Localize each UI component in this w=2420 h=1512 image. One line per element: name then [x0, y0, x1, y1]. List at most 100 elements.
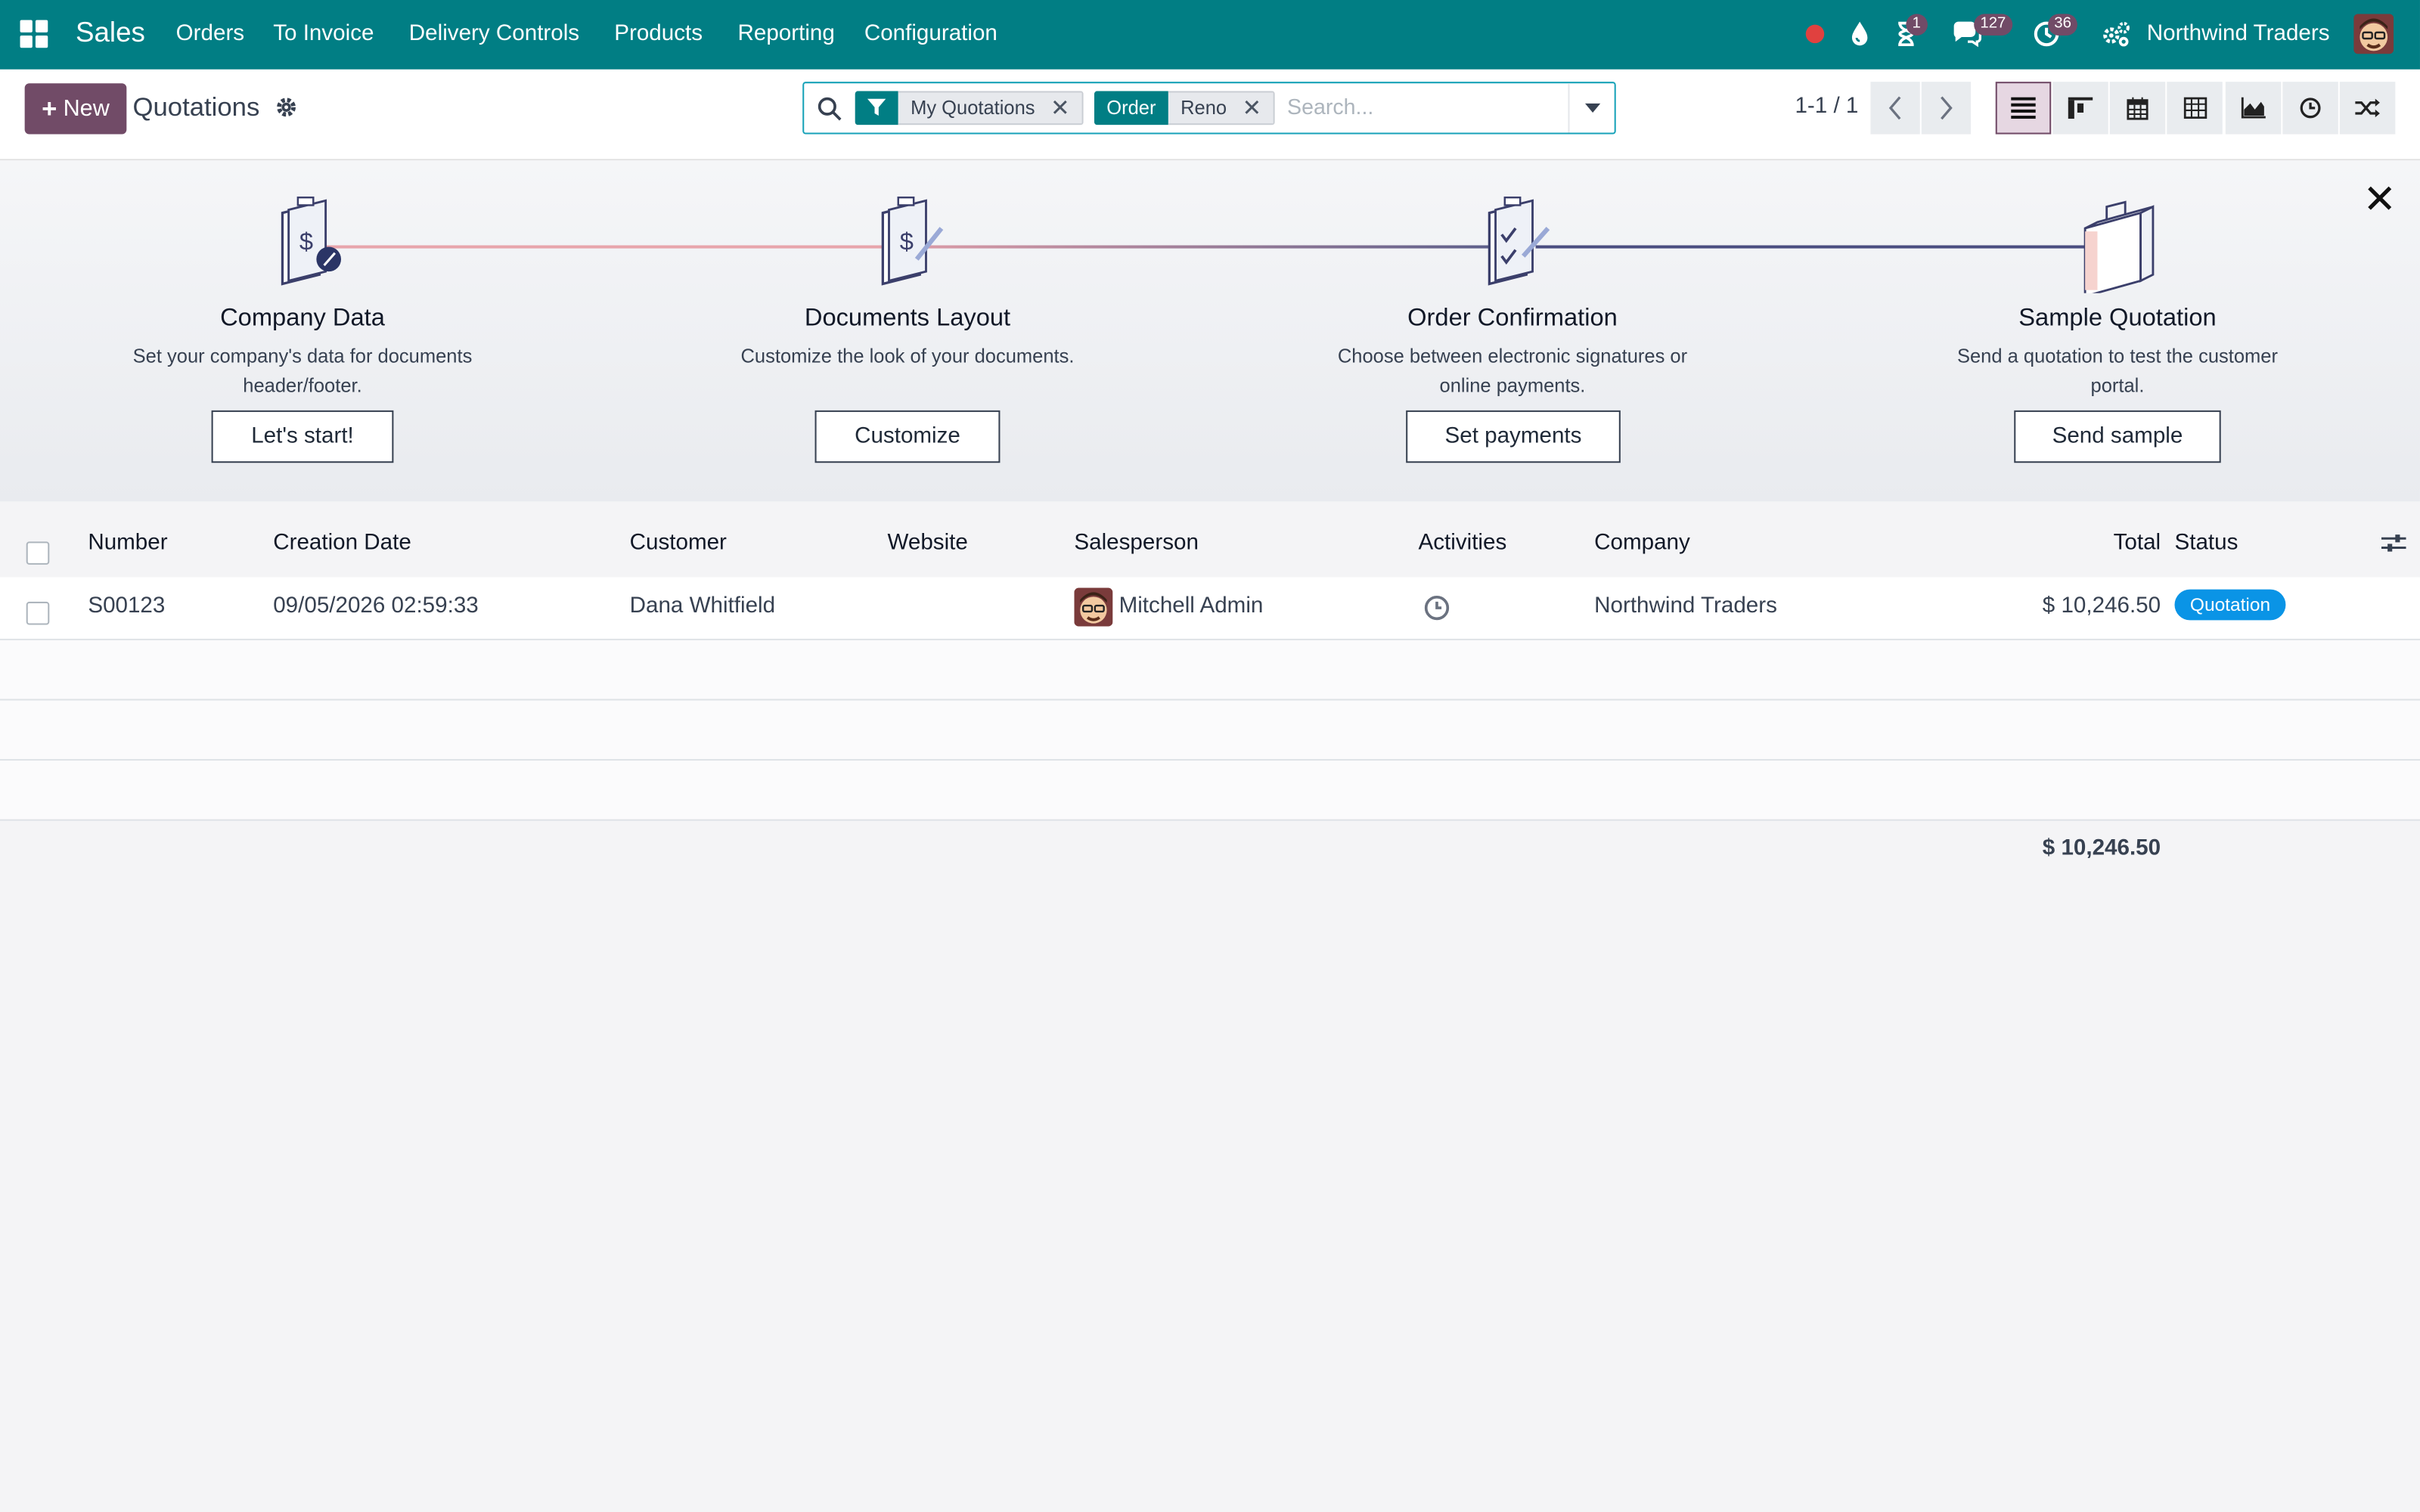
gear-icon[interactable] [275, 96, 298, 119]
pager-next-button[interactable] [1921, 82, 1972, 135]
svg-text:$: $ [900, 228, 914, 256]
view-list-button[interactable] [1995, 82, 2052, 135]
step-title-order-confirmation: Order Confirmation [1407, 305, 1618, 332]
menu-to-invoice[interactable]: To Invoice [273, 22, 374, 47]
calendar-icon [2127, 96, 2149, 119]
activity-clock-icon[interactable] [1423, 594, 1451, 622]
optional-columns-icon[interactable] [2381, 532, 2406, 554]
cohort-icon [2355, 98, 2380, 118]
pivot-icon [2183, 97, 2207, 119]
pager-previous-button[interactable] [1870, 82, 1920, 135]
documents-layout-illustration-icon: $ [881, 196, 944, 286]
menu-products[interactable]: Products [614, 22, 703, 47]
cell-company: Northwind Traders [1594, 593, 1777, 619]
close-icon[interactable]: ✕ [2363, 179, 2396, 219]
menu-configuration[interactable]: Configuration [864, 22, 997, 47]
column-activities[interactable]: Activities [1418, 531, 1506, 556]
view-pivot-button[interactable] [2167, 82, 2223, 135]
progress-line-1 [324, 245, 895, 249]
column-salesperson[interactable]: Salesperson [1074, 531, 1199, 556]
record-icon[interactable] [1800, 18, 1831, 49]
svg-text:$: $ [299, 228, 313, 256]
sample-quotation-illustration-icon [2083, 200, 2155, 293]
progress-line-2 [926, 245, 1497, 249]
select-all-checkbox[interactable] [26, 541, 50, 565]
messages-badge: 127 [1974, 14, 2012, 36]
apps-menu-icon[interactable] [20, 20, 48, 48]
chevron-right-icon [1941, 96, 1953, 120]
list-header: Number Creation Date Customer Website Sa… [0, 503, 2420, 579]
step-desc-company-data: Set your company's data for documents he… [132, 345, 473, 397]
column-status[interactable]: Status [2174, 531, 2238, 556]
facet-order[interactable]: Order Reno ✕ [1094, 91, 1276, 125]
grand-total: $ 10,246.50 [2042, 836, 2161, 861]
column-website[interactable]: Website [887, 531, 967, 556]
company-switcher[interactable]: Northwind Traders [2147, 22, 2330, 47]
new-button-label: New [63, 95, 110, 122]
progress-line-3 [1535, 245, 2092, 249]
activity-badge: 1 [1906, 14, 1928, 36]
facet-remove-icon[interactable]: ✕ [1243, 94, 1262, 122]
column-creation-date[interactable]: Creation Date [273, 531, 411, 556]
column-customer[interactable]: Customer [630, 531, 727, 556]
order-confirmation-illustration-icon [1488, 196, 1550, 286]
control-panel: + New Quotations My Quotations ✕ Order Ren… [0, 69, 2420, 161]
empty-row [0, 761, 2420, 821]
menu-reporting[interactable]: Reporting [738, 22, 835, 47]
search-options-toggle[interactable] [1568, 83, 1614, 133]
search-bar[interactable]: My Quotations ✕ Order Reno ✕ Search... [802, 82, 1616, 135]
facet-remove-icon[interactable]: ✕ [1050, 94, 1070, 122]
view-kanban-button[interactable] [2052, 82, 2108, 135]
salesperson-avatar[interactable] [1074, 587, 1113, 627]
breadcrumb: Quotations [132, 92, 260, 122]
drop-icon[interactable] [1844, 18, 1876, 49]
row-checkbox[interactable] [26, 601, 50, 625]
app-name[interactable]: Sales [76, 17, 145, 49]
step-desc-sample-quotation: Send a quotation to test the customer po… [1956, 345, 2278, 397]
kanban-icon [2068, 97, 2093, 119]
step-desc-documents-layout: Customize the look of your documents. [740, 345, 1075, 367]
empty-row [0, 640, 2420, 701]
timer-badge: 36 [2048, 14, 2078, 36]
plus-icon: + [42, 93, 57, 123]
customize-button[interactable]: Customize [814, 410, 1001, 463]
search-icon[interactable] [817, 96, 843, 122]
pager-value[interactable]: 1-1 / 1 [1795, 94, 1858, 119]
empty-row [0, 700, 2420, 761]
view-cohort-button[interactable] [2339, 82, 2396, 135]
activity-icon [2300, 98, 2321, 119]
table-row[interactable]: S00123 09/05/2026 02:59:33 Dana Whitfiel… [0, 577, 2420, 640]
cell-number: S00123 [88, 593, 166, 619]
column-company[interactable]: Company [1594, 531, 1690, 556]
cell-total: $ 10,246.50 [2042, 593, 2161, 619]
menu-orders[interactable]: Orders [176, 22, 244, 47]
cell-salesperson: Mitchell Admin [1118, 593, 1264, 619]
status-badge: Quotation [2174, 589, 2286, 621]
settings-cogs-icon[interactable] [2101, 18, 2132, 49]
column-total[interactable]: Total [2114, 531, 2161, 556]
step-desc-order-confirmation: Choose between electronic signatures or … [1337, 345, 1688, 397]
user-avatar[interactable] [2353, 14, 2394, 54]
cell-creation-date: 09/05/2026 02:59:33 [273, 593, 479, 619]
send-sample-button[interactable]: Send sample [2014, 410, 2221, 463]
step-title-sample-quotation: Sample Quotation [2018, 305, 2217, 332]
facet-label-order: Order [1094, 91, 1168, 125]
view-calendar-button[interactable] [2109, 82, 2166, 135]
view-activity-button[interactable] [2282, 82, 2338, 135]
menu-delivery-controls[interactable]: Delivery Controls [409, 22, 579, 47]
column-number[interactable]: Number [88, 531, 167, 556]
facet-value-order: Reno [1181, 97, 1227, 119]
graph-icon [2241, 97, 2266, 119]
filter-icon [855, 91, 898, 125]
list-icon [2011, 97, 2036, 119]
chevron-left-icon [1888, 96, 1901, 120]
new-button[interactable]: + New [24, 83, 127, 135]
caret-down-icon [1584, 103, 1600, 113]
step-title-documents-layout: Documents Layout [804, 305, 1011, 332]
set-payments-button[interactable]: Set payments [1406, 410, 1621, 463]
search-input[interactable]: Search... [1287, 94, 1373, 119]
company-data-illustration-icon: $ [281, 196, 342, 286]
facet-my-quotations[interactable]: My Quotations ✕ [855, 91, 1084, 125]
lets-start-button[interactable]: Let's start! [211, 410, 394, 463]
view-graph-button[interactable] [2225, 82, 2282, 135]
